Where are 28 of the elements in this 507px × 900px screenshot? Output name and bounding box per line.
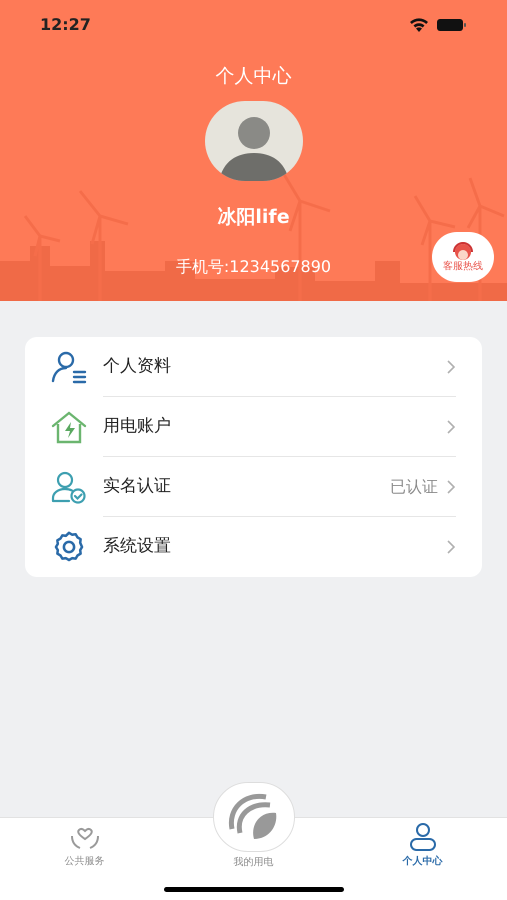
- tab-item[interactable]: 个人中心: [402, 818, 442, 870]
- tab-item[interactable]: 公共服务: [64, 818, 104, 870]
- status-time: 12:27: [40, 14, 91, 36]
- page-title: 个人中心: [216, 64, 292, 89]
- chevron-right-icon: [446, 358, 456, 374]
- menu-item[interactable]: 系统设置: [25, 517, 482, 577]
- tab-item[interactable]: 我的用电: [234, 856, 274, 870]
- chevron-right-icon: [446, 418, 456, 434]
- headset-icon: [451, 242, 475, 262]
- menu-item[interactable]: 用电账户: [25, 397, 482, 457]
- hotline-button[interactable]: 客服热线: [432, 232, 494, 282]
- person-check-icon: [50, 470, 88, 504]
- person-icon: [408, 822, 438, 852]
- user-name: 冰阳life: [217, 204, 290, 230]
- house-bolt-icon: [50, 410, 88, 444]
- phone-number: 手机号:1234567890: [176, 256, 332, 278]
- menu-label: 系统设置: [103, 535, 172, 558]
- menu-label: 用电账户: [103, 414, 172, 438]
- wifi-icon: [409, 18, 429, 32]
- chevron-right-icon: [446, 539, 456, 555]
- battery-icon: [437, 18, 467, 32]
- menu-value: 已认证: [390, 476, 438, 498]
- menu-item[interactable]: 个人资料: [25, 337, 482, 397]
- menu-label: 个人资料: [103, 354, 172, 378]
- chevron-right-icon: [446, 478, 456, 494]
- menu-item[interactable]: 实名认证 已认证: [25, 457, 482, 517]
- person-list-icon: [50, 350, 88, 384]
- menu-label: 实名认证: [103, 474, 172, 498]
